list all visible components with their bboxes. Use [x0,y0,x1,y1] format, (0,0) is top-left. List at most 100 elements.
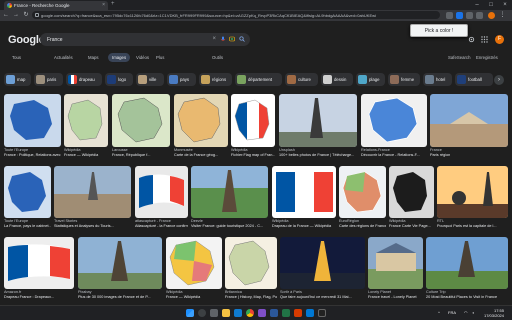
search-input[interactable]: France × [40,33,250,46]
result-caption-8[interactable]: Toute l'Europe La France, pays le cabinet… [4,219,51,228]
excel-icon[interactable] [282,309,290,317]
result-image-6[interactable] [361,94,427,147]
result-image-14[interactable] [389,166,434,218]
result-image-15[interactable] [437,166,508,218]
downloads-icon[interactable] [476,12,483,19]
result-image-7[interactable] [430,94,508,147]
tab-more[interactable]: Plus [152,53,168,62]
new-tab-icon[interactable]: + [111,1,115,7]
system-tray-chevron-icon[interactable]: ^ [438,310,440,315]
apps-grid-icon[interactable] [481,36,488,43]
tools-button[interactable]: Outils [208,53,227,62]
reload-icon[interactable]: ↻ [22,11,30,19]
word-icon[interactable] [270,309,278,317]
bookmark-star-icon[interactable] [446,12,453,19]
result-caption-2[interactable]: Larousse France, République f... [112,148,170,157]
chip-map[interactable]: map [4,73,31,86]
chip-regions[interactable]: régions [199,73,232,86]
camera-lens-icon[interactable] [229,36,235,42]
saved-button[interactable]: Enregistrés [476,53,498,62]
google-account-avatar[interactable]: F [495,35,504,44]
result-caption-10[interactable]: atlascapturé - France Atlascapturé - la F… [135,219,188,228]
chip-culture[interactable]: culture [285,73,318,86]
result-image-19[interactable] [225,237,277,289]
color-picker-extension-icon[interactable] [456,12,463,19]
result-caption-12[interactable]: Wikipédia Drapeau de la France — Wikipédi… [272,219,336,228]
result-image-3[interactable] [174,94,228,147]
store-icon[interactable] [258,309,266,317]
chips-next-chevron-icon[interactable]: › [494,75,504,85]
chip-drapeau[interactable]: drapeau [66,73,102,86]
menu-icon[interactable]: ⋮ [499,12,506,19]
result-image-8[interactable] [4,166,51,218]
pick-color-popup[interactable]: Pick a color ! [410,24,468,37]
tab-all[interactable]: Tous [8,53,25,62]
close-window-icon[interactable]: × [498,0,512,10]
result-image-18[interactable] [166,237,222,289]
chip-football[interactable]: football [455,73,493,86]
safesearch-button[interactable]: SafeSearch [448,53,470,62]
result-caption-14[interactable]: Wikipédia France Carte Vie Page... [389,219,434,228]
tab-maps[interactable]: Maps [84,53,103,62]
chip-pays[interactable]: pays [167,73,196,86]
chip-logo[interactable]: logo [105,73,133,86]
result-image-12[interactable] [272,166,336,218]
terminal-icon[interactable] [318,309,326,317]
result-caption-19[interactable]: Britannica France | History, Map, Flag, P… [225,290,277,299]
result-caption-9[interactable]: Travel Stories Statistiques et Analyses d… [54,219,131,228]
result-caption-3[interactable]: Monmusée Carte de la France géog... [174,148,228,157]
wifi-icon[interactable]: ◠ [464,310,468,315]
result-caption-6[interactable]: Relations-France Découvrir la France - Re… [361,148,427,157]
mail-icon[interactable] [306,309,314,317]
tab-videos[interactable]: Vidéos [132,53,153,62]
chip-dessin[interactable]: dessin [321,73,353,86]
powerpoint-icon[interactable] [294,309,302,317]
chrome-browser-icon[interactable] [246,309,254,317]
result-caption-22[interactable]: Culture Trip 20 Most Beautiful Places to … [426,290,508,299]
result-caption-20[interactable]: Sortir à Paris Que faire aujourd'hui ce m… [280,290,365,299]
result-image-1[interactable] [64,94,108,147]
windows-start-icon[interactable] [186,309,194,317]
result-caption-4[interactable]: Wikipédia Fichier:Flag map of Fran... [231,148,275,157]
browser-tab[interactable]: France - Recherche Google × [4,1,108,10]
result-caption-13[interactable]: EuroRégionCarte des régions de France ad… [339,219,386,228]
result-caption-1[interactable]: Wikipédia France — Wikipédia [64,148,108,157]
result-image-4[interactable] [231,94,275,147]
result-image-16[interactable] [4,237,74,289]
search-icon[interactable] [239,36,245,42]
result-image-20[interactable] [280,237,365,289]
result-caption-15[interactable]: RTL Pourquoi Paris est la capitale de l..… [437,219,508,228]
edge-browser-icon[interactable] [234,309,242,317]
result-image-9[interactable] [54,166,131,218]
result-image-2[interactable] [112,94,170,147]
result-caption-5[interactable]: Unsplash 100+ belles photos de France | T… [279,148,357,157]
result-image-5[interactable] [279,94,357,147]
result-image-22[interactable] [426,237,508,289]
settings-gear-icon[interactable] [468,36,475,43]
result-caption-18[interactable]: Wikipédia France — Wikipédia [166,290,222,299]
result-image-17[interactable] [78,237,162,289]
extensions-icon[interactable] [466,12,473,19]
file-explorer-icon[interactable] [222,309,230,317]
result-caption-0[interactable]: Toute l'Europe France : Politique, Relati… [4,148,61,157]
chip-ville[interactable]: ville [136,73,164,86]
chip-hotel[interactable]: hotel [423,73,452,86]
result-image-21[interactable] [368,237,423,289]
result-image-10[interactable] [135,166,188,218]
result-caption-17[interactable]: Pixabay Plus de 30 000 images de France e… [78,290,162,299]
chip-plage[interactable]: plage [356,73,385,86]
forward-icon[interactable]: → [12,11,20,19]
taskbar-search-icon[interactable] [198,309,206,317]
tab-images[interactable]: Images [108,53,131,62]
url-field[interactable]: google.com/search?q=france&sca_esv=795dc… [32,11,440,19]
chip-femme[interactable]: femme [388,73,420,86]
result-image-11[interactable] [191,166,268,218]
volume-icon[interactable]: ◖ [472,310,474,315]
result-caption-7[interactable]: France Paris région [430,148,508,157]
maximize-icon[interactable]: □ [484,0,498,10]
result-caption-11[interactable]: Deezle Visiter France: guide touristique … [191,219,268,228]
tab-news[interactable]: Actualités [50,53,77,62]
chip-departement[interactable]: département [235,73,282,86]
clear-search-icon[interactable]: × [212,36,216,42]
profile-icon[interactable] [488,12,495,19]
